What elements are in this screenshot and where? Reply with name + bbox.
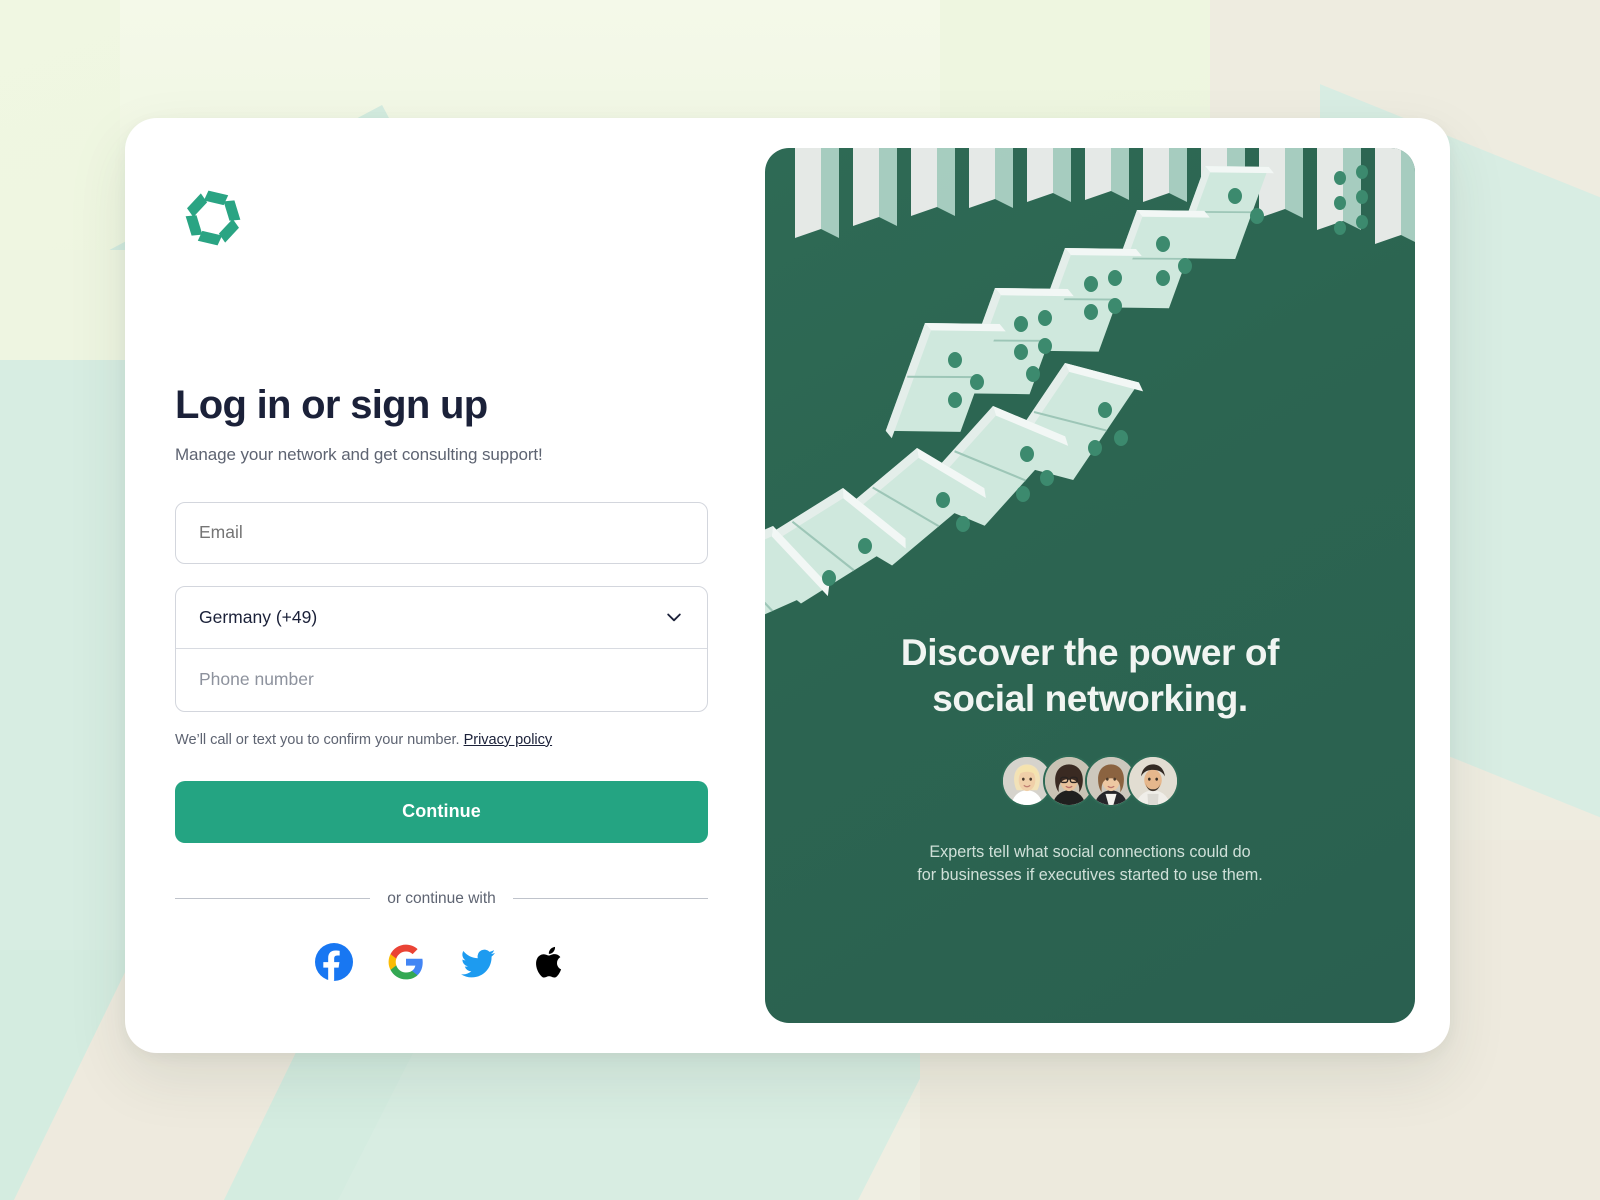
phone-input-row[interactable]: Phone number <box>176 649 707 711</box>
promo-title-line1: Discover the power of <box>900 632 1280 673</box>
promo-body-line2: for businesses if executives started to … <box>917 865 1263 884</box>
phone-input-group: Germany (+49) Phone number <box>175 585 708 712</box>
privacy-policy-link[interactable]: Privacy policy <box>464 732 553 748</box>
auth-card: Log in or sign up Manage your network an… <box>125 118 1450 1053</box>
aperture-pinwheel-logo-icon <box>185 190 241 246</box>
phone-input-placeholder: Phone number <box>199 669 314 690</box>
divider-line-left <box>175 898 371 900</box>
promo-content: Discover the power of social networking. <box>765 630 1415 887</box>
email-input[interactable] <box>175 501 708 564</box>
facebook-icon <box>314 942 353 981</box>
falling-dominoes-illustration <box>765 148 1415 618</box>
auth-form-pane: Log in or sign up Manage your network an… <box>125 118 765 1053</box>
facebook-login-button[interactable] <box>314 942 354 982</box>
country-select-value: Germany (+49) <box>199 606 318 627</box>
helper-text: We’ll call or text you to confirm your n… <box>175 731 460 748</box>
login-form: Germany (+49) Phone number We’ll call or… <box>175 501 715 982</box>
divider-line-right <box>512 898 708 900</box>
social-login-row <box>175 942 708 982</box>
divider-label: or continue with <box>387 889 496 907</box>
twitter-icon <box>460 949 495 978</box>
apple-icon <box>535 946 561 978</box>
apple-login-button[interactable] <box>530 942 570 982</box>
promo-pane: Discover the power of social networking. <box>765 148 1415 1023</box>
phone-helper-text: We’ll call or text you to confirm your n… <box>175 732 715 748</box>
promo-body-line1: Experts tell what social connections cou… <box>929 842 1251 861</box>
promo-title-line2: social networking. <box>932 678 1248 720</box>
avatar-4 <box>1127 754 1179 807</box>
avatar-4-image <box>1129 756 1177 805</box>
dominoes-svg <box>765 148 1415 618</box>
promo-title: Discover the power of social networking. <box>813 630 1367 723</box>
google-icon <box>388 944 423 980</box>
page-root: Log in or sign up Manage your network an… <box>0 0 1600 1200</box>
google-login-button[interactable] <box>386 942 426 982</box>
chevron-down-icon <box>667 613 681 622</box>
avatar-group <box>813 754 1367 807</box>
promo-body: Experts tell what social connections cou… <box>813 841 1367 888</box>
continue-button[interactable]: Continue <box>175 780 708 843</box>
country-select[interactable]: Germany (+49) <box>176 587 707 649</box>
twitter-login-button[interactable] <box>458 942 498 982</box>
page-title: Log in or sign up <box>175 383 488 427</box>
page-subtitle: Manage your network and get consulting s… <box>175 444 543 464</box>
social-divider: or continue with <box>175 890 708 908</box>
